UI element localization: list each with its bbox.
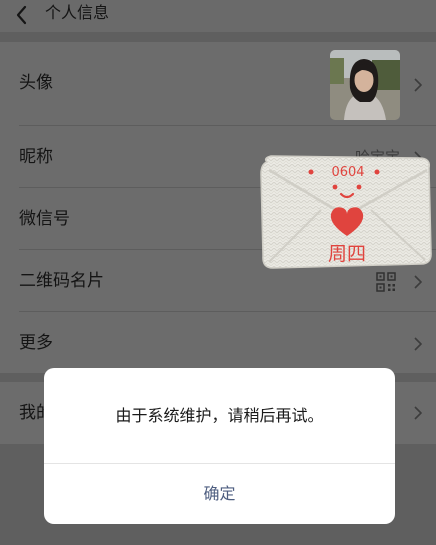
avatar-row[interactable]: 头像	[0, 42, 436, 126]
dialog-message: 由于系统维护，请稍后再试。	[115, 406, 324, 425]
chevron-right-icon	[414, 275, 423, 289]
wechat-id-label: 微信号	[19, 209, 70, 229]
avatar-label: 头像	[19, 73, 53, 93]
chevron-right-icon	[414, 78, 423, 92]
more-row[interactable]: 更多	[0, 312, 436, 373]
nickname-label: 昵称	[19, 147, 53, 167]
page-title: 个人信息	[45, 3, 110, 22]
chevron-right-icon	[414, 337, 423, 351]
avatar[interactable]	[330, 50, 400, 120]
top-bar: 个人信息	[0, 0, 436, 32]
chevron-right-icon	[414, 406, 423, 420]
sticker-stamp-text: 周四	[328, 243, 366, 265]
confirm-button[interactable]: 确定	[44, 464, 395, 524]
back-button[interactable]	[10, 2, 36, 28]
chevron-left-icon	[16, 5, 27, 25]
qr-code-icon	[376, 272, 396, 292]
alert-dialog: 由于系统维护，请稍后再试。 确定	[44, 368, 395, 524]
sticker-date-text: 0604	[331, 165, 364, 180]
profile-page: 个人信息 头像 昵称 微信号 二维码名片 更多 0604 周四 由于系统维护，请…	[0, 0, 436, 545]
envelope-heart-sticker: 0604 周四	[259, 152, 434, 270]
qr-card-label: 二维码名片	[19, 271, 104, 291]
more-label: 更多	[19, 333, 53, 353]
